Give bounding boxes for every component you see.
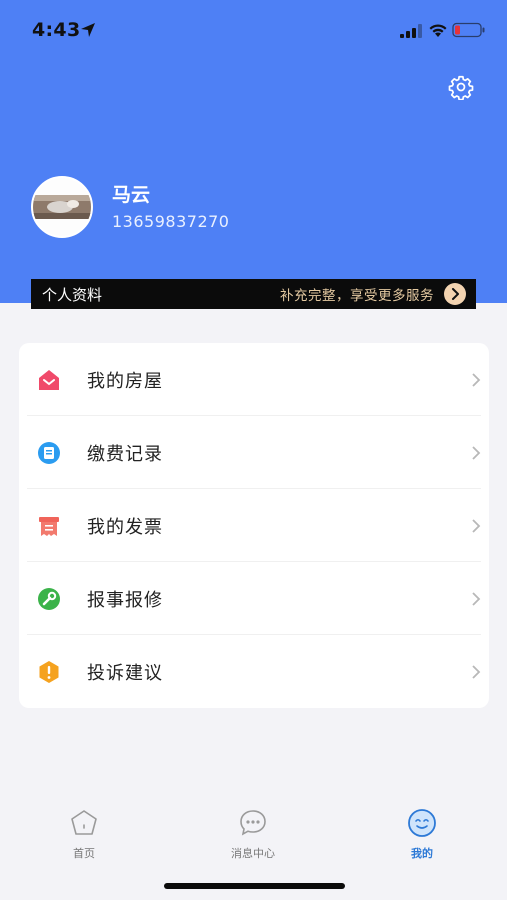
- menu-item-repair-report[interactable]: 报事报修: [19, 562, 489, 635]
- menu-item-payment-records[interactable]: 缴费记录: [19, 416, 489, 489]
- tab-label: 首页: [73, 847, 95, 860]
- profile-tab-icon: [408, 809, 436, 837]
- menu-item-label: 我的房屋: [87, 370, 163, 392]
- menu-item-label: 投诉建议: [87, 662, 163, 684]
- profile-info-hint: 补充完整，享受更多服务: [280, 288, 434, 304]
- settings-button[interactable]: [447, 73, 475, 101]
- avatar[interactable]: [31, 176, 93, 238]
- profile-info-bar[interactable]: 个人资料 补充完整，享受更多服务: [31, 279, 476, 309]
- tab-messages[interactable]: 消息中心: [208, 808, 298, 868]
- menu-item-label: 缴费记录: [87, 443, 163, 465]
- wrench-icon: [38, 587, 60, 610]
- tab-home[interactable]: 首页: [39, 808, 129, 868]
- menu-item-label: 报事报修: [87, 589, 163, 611]
- chevron-right-icon: [472, 445, 481, 460]
- chevron-right-icon: [472, 518, 481, 533]
- chevron-right-icon: [472, 591, 481, 606]
- location-arrow-icon: [81, 23, 95, 37]
- arrow-right-circle-icon: [444, 283, 466, 305]
- menu-card: 我的房屋 缴费记录 我的发票 报事报修 投诉建议: [19, 343, 489, 708]
- menu-item-complaints[interactable]: 投诉建议: [19, 635, 489, 708]
- status-bar: 4:43: [0, 0, 507, 58]
- menu-item-my-house[interactable]: 我的房屋: [19, 343, 489, 416]
- menu-item-label: 我的发票: [87, 516, 163, 538]
- chevron-right-icon: [472, 664, 481, 679]
- payment-record-icon: [38, 441, 60, 464]
- chevron-right-icon: [472, 372, 481, 387]
- menu-item-my-invoices[interactable]: 我的发票: [19, 489, 489, 562]
- tab-label: 消息中心: [231, 847, 275, 860]
- profile-info-title: 个人资料: [42, 285, 103, 304]
- tab-profile[interactable]: 我的: [377, 808, 467, 868]
- status-time: 4:43: [32, 19, 81, 41]
- gear-icon: [448, 75, 474, 100]
- home-indicator: [164, 883, 345, 889]
- invoice-icon: [39, 516, 59, 536]
- user-name: 马云: [112, 184, 151, 206]
- tab-label: 我的: [411, 847, 433, 860]
- home-tab-icon: [71, 810, 97, 835]
- complaint-icon: [39, 660, 59, 683]
- profile-header: 4:43 马云 13659837270: [0, 0, 507, 303]
- house-icon: [39, 369, 59, 390]
- message-tab-icon: [240, 810, 266, 836]
- avatar-photo: [33, 178, 91, 236]
- wifi-icon: [429, 24, 447, 37]
- user-phone: 13659837270: [112, 212, 230, 231]
- signal-icon: [400, 24, 422, 38]
- battery-icon: [452, 22, 485, 38]
